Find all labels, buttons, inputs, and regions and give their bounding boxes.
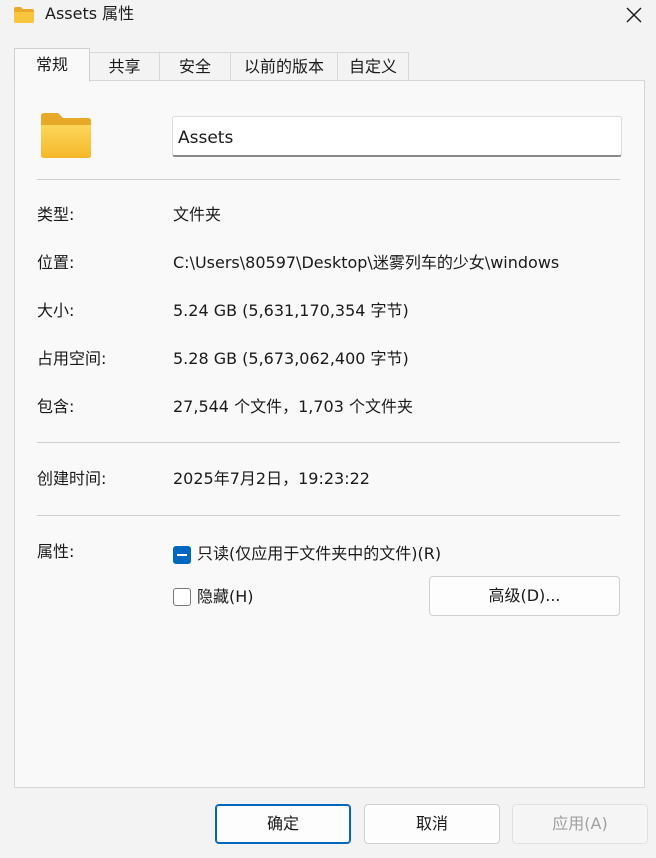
readonly-label[interactable]: 只读(仅应用于文件夹中的文件)(R) <box>197 542 441 566</box>
ok-button[interactable]: 确定 <box>215 804 351 844</box>
folder-icon <box>41 113 91 158</box>
size-on-disk-value: 5.28 GB (5,673,062,400 字节) <box>173 349 409 368</box>
window-title: Assets 属性 <box>45 4 135 23</box>
size-value: 5.24 GB (5,631,170,354 字节) <box>173 301 409 320</box>
tab-customize[interactable]: 自定义 <box>337 52 409 80</box>
advanced-button[interactable]: 高级(D)... <box>429 576 620 616</box>
folder-icon <box>14 7 34 23</box>
separator <box>37 179 620 180</box>
separator <box>37 442 620 443</box>
apply-button[interactable]: 应用(A) <box>512 804 648 844</box>
contains-label: 包含: <box>37 397 75 416</box>
size-label: 大小: <box>37 301 75 320</box>
tab-sharing[interactable]: 共享 <box>89 52 160 80</box>
cancel-button[interactable]: 取消 <box>364 804 500 844</box>
name-input[interactable] <box>172 116 622 157</box>
hidden-label[interactable]: 隐藏(H) <box>197 585 254 609</box>
close-icon <box>626 7 642 23</box>
general-panel <box>14 80 645 788</box>
close-button[interactable] <box>614 0 654 30</box>
separator <box>37 515 620 516</box>
title-bar: Assets 属性 <box>0 0 656 34</box>
location-label: 位置: <box>37 253 75 272</box>
attributes-label: 属性: <box>37 542 75 561</box>
tab-general[interactable]: 常规 <box>14 48 90 82</box>
tab-previous-versions[interactable]: 以前的版本 <box>230 52 338 80</box>
tab-security[interactable]: 安全 <box>159 52 231 80</box>
readonly-checkbox[interactable] <box>173 546 191 564</box>
created-value: 2025年7月2日，19:23:22 <box>173 469 370 488</box>
created-label: 创建时间: <box>37 469 107 488</box>
contains-value: 27,544 个文件，1,703 个文件夹 <box>173 397 413 416</box>
location-value: C:\Users\80597\Desktop\迷雾列车的少女\windows <box>173 253 560 272</box>
size-on-disk-label: 占用空间: <box>37 349 107 368</box>
type-label: 类型: <box>37 205 75 224</box>
type-value: 文件夹 <box>173 205 222 224</box>
hidden-checkbox[interactable] <box>173 588 191 606</box>
